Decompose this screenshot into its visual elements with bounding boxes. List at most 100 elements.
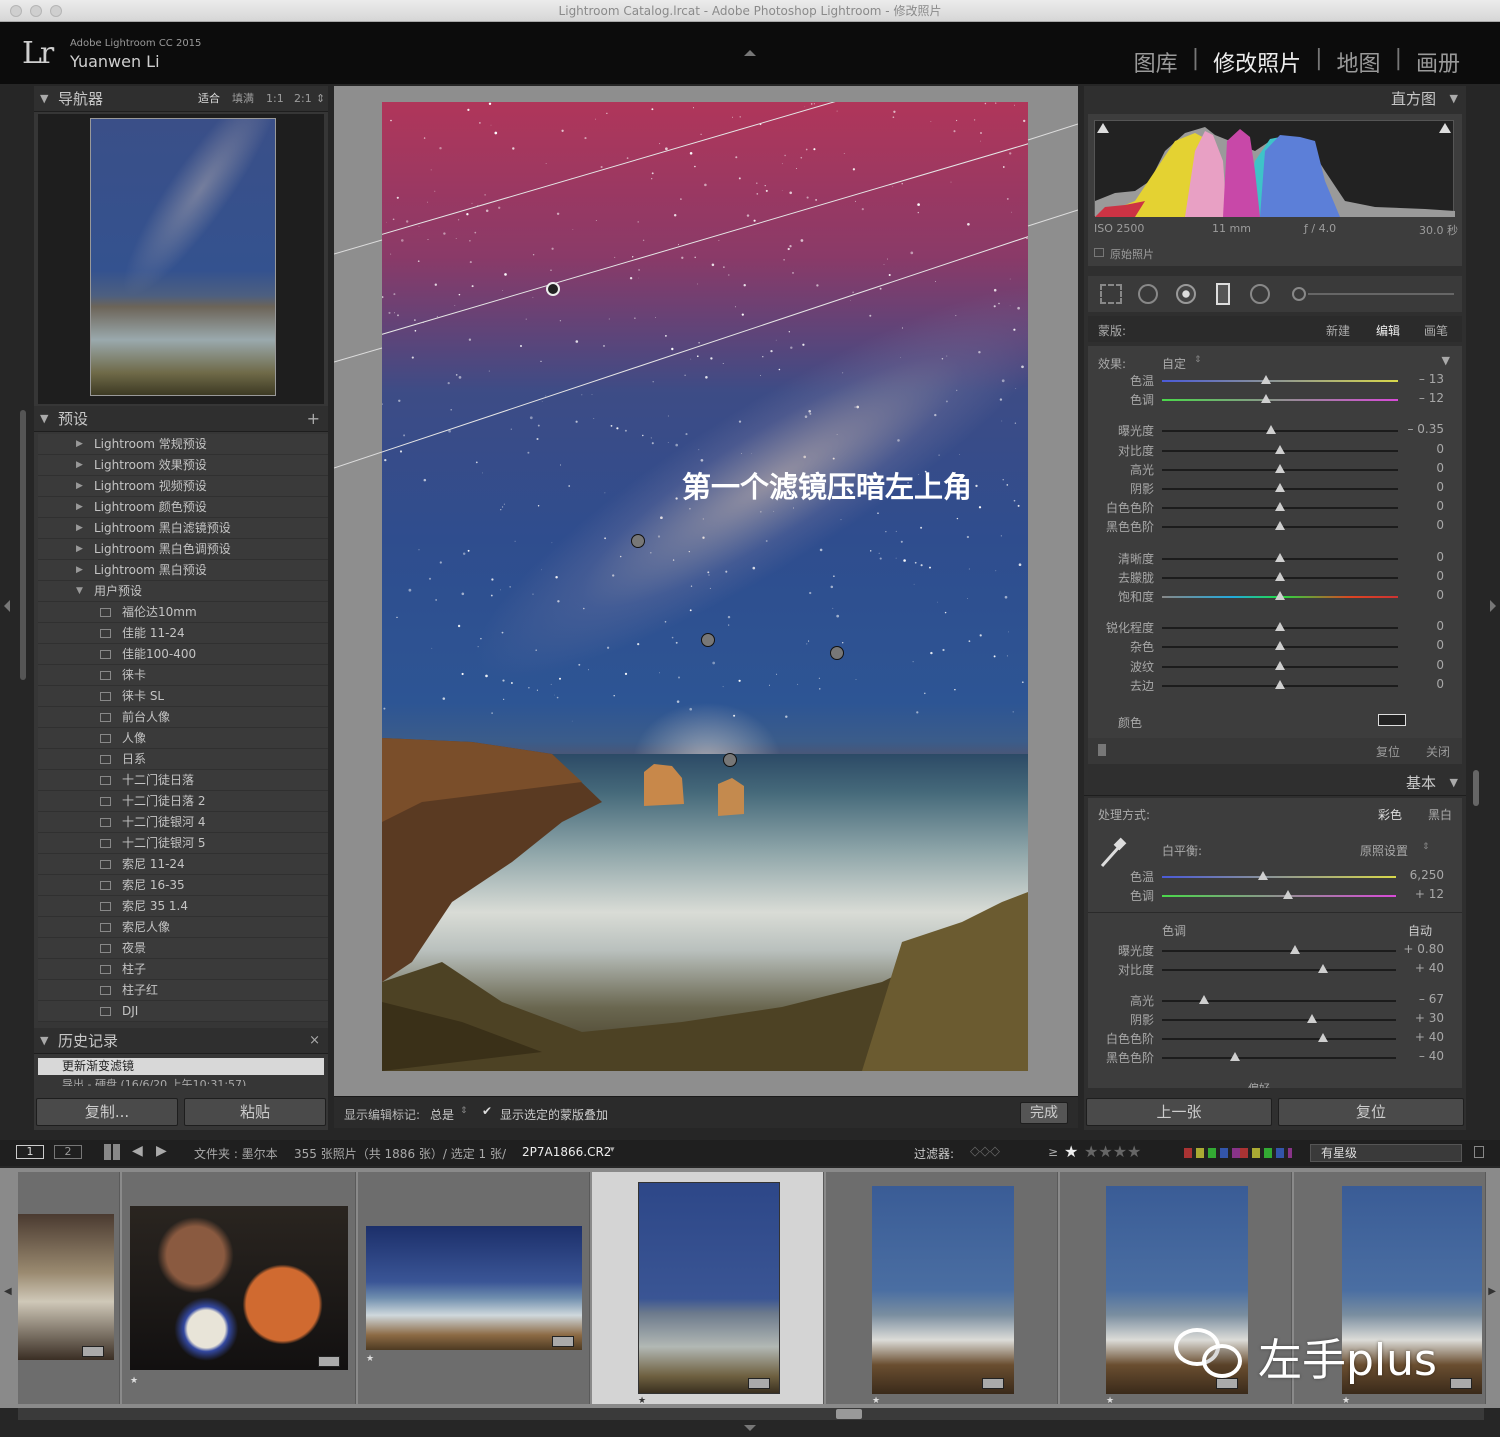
filmstrip-scroll-right-icon[interactable]: ▶: [1488, 1286, 1496, 1297]
slider-track[interactable]: [1162, 969, 1396, 971]
slider-thumb[interactable]: [1275, 641, 1285, 651]
slider-thumb[interactable]: [1257, 871, 1268, 880]
preset-folder[interactable]: ▶ Lightroom 黑白色调预设: [38, 539, 328, 560]
slider-value[interactable]: + 0.80: [1384, 942, 1444, 956]
slider-track[interactable]: [1162, 430, 1398, 433]
mask-brush-button[interactable]: 画笔: [1424, 322, 1448, 339]
history-item[interactable]: 导出 - 硬盘 (16/6/20 上午10:31:57): [38, 1076, 324, 1086]
collapse-bottom-panel-icon[interactable]: [744, 1425, 756, 1431]
slider-thumb[interactable]: [1275, 463, 1285, 473]
adjustment-brush-tool-icon[interactable]: [1292, 287, 1306, 301]
window-2-button[interactable]: 2: [54, 1145, 82, 1159]
slider-value[interactable]: – 13: [1384, 372, 1444, 386]
preset-folder[interactable]: ▶ Lightroom 黑白预设: [38, 560, 328, 581]
collapse-right-panel-icon[interactable]: [1490, 600, 1496, 612]
history-header[interactable]: ▼ 历史记录 ×: [34, 1028, 328, 1054]
collapse-top-panel-icon[interactable]: [744, 50, 756, 56]
zoom-fit[interactable]: 适合: [198, 86, 220, 112]
preset-folder[interactable]: ▶ Lightroom 视频预设: [38, 476, 328, 497]
user-preset-item[interactable]: 索尼 16-35: [38, 875, 328, 896]
slider-thumb[interactable]: [1283, 890, 1294, 899]
slider-thumb[interactable]: [1318, 1033, 1329, 1042]
user-preset-item[interactable]: 十二门徒日落 2: [38, 791, 328, 812]
navigator-header[interactable]: ▼ 导航器 适合 填满 1:1 2:1 ⇕: [34, 86, 328, 112]
treatment-bw[interactable]: 黑白: [1428, 806, 1452, 823]
overlay-checkbox[interactable]: ✔: [482, 1104, 492, 1118]
user-preset-item[interactable]: 人像: [38, 728, 328, 749]
selected-filename[interactable]: 2P7A1866.CR2: [522, 1145, 611, 1159]
slider-value[interactable]: 0: [1384, 619, 1444, 633]
grid-view-icon[interactable]: [104, 1144, 120, 1160]
highlight-clipping-icon[interactable]: [1439, 123, 1451, 133]
slider-value[interactable]: 0: [1384, 480, 1444, 494]
user-preset-item[interactable]: 柱子红: [38, 980, 328, 1001]
previous-button[interactable]: 上一张: [1086, 1098, 1272, 1126]
preset-folder[interactable]: ▶ Lightroom 效果预设: [38, 455, 328, 476]
copy-settings-button[interactable]: 复制...: [36, 1098, 178, 1126]
slider-value[interactable]: 0: [1384, 518, 1444, 532]
graduated-filter-tool-icon[interactable]: [1216, 283, 1230, 305]
user-preset-item[interactable]: 佳能100-400: [38, 644, 328, 665]
slider-value[interactable]: 0: [1384, 461, 1444, 475]
window-1-button[interactable]: 1: [16, 1145, 44, 1159]
slider-track[interactable]: [1162, 895, 1396, 897]
filter-preset-select[interactable]: 有星级: [1310, 1144, 1462, 1162]
done-button[interactable]: 完成: [1020, 1102, 1068, 1124]
filename-menu-icon[interactable]: ▾: [610, 1145, 615, 1155]
brush-size-slider[interactable]: [1308, 293, 1454, 295]
slider-value[interactable]: + 40: [1384, 1030, 1444, 1044]
module-book[interactable]: 画册: [1404, 46, 1472, 78]
preset-folder[interactable]: ▶ Lightroom 常规预设: [38, 434, 328, 455]
zoom-menu-icon[interactable]: ⇕: [316, 86, 325, 112]
filmstrip-cell-selected[interactable]: ★: [592, 1172, 824, 1406]
slider-thumb[interactable]: [1265, 425, 1276, 435]
slider-value[interactable]: 0: [1384, 638, 1444, 652]
module-map[interactable]: 地图: [1325, 46, 1393, 78]
slider-thumb[interactable]: [1275, 444, 1285, 454]
slider-thumb[interactable]: [1275, 552, 1285, 562]
slider-value[interactable]: – 12: [1384, 391, 1444, 405]
slider-value[interactable]: + 40: [1384, 961, 1444, 975]
filmstrip-cell[interactable]: [18, 1172, 120, 1404]
mask-edit-button[interactable]: 编辑: [1376, 322, 1400, 339]
close-window-button[interactable]: [10, 5, 22, 17]
slider-thumb[interactable]: [1275, 483, 1285, 492]
slider-thumb[interactable]: [1199, 995, 1210, 1004]
slider-thumb[interactable]: [1260, 375, 1271, 384]
zoom-2-1[interactable]: 2:1: [294, 86, 312, 112]
right-panel-scrollbar[interactable]: [1473, 770, 1479, 806]
slider-value[interactable]: – 0.35: [1384, 422, 1444, 436]
red-eye-tool-icon[interactable]: [1176, 284, 1196, 304]
slider-value[interactable]: – 67: [1384, 992, 1444, 1006]
slider-value[interactable]: 0: [1384, 499, 1444, 513]
slider-thumb[interactable]: [1275, 502, 1285, 512]
radial-filter-tool-icon[interactable]: [1250, 284, 1270, 304]
slider-value[interactable]: 0: [1384, 442, 1444, 456]
histogram-header[interactable]: 直方图 ▼: [1084, 86, 1466, 112]
filter-pin[interactable]: [701, 633, 715, 647]
navigator-preview[interactable]: [38, 114, 324, 404]
slider-thumb[interactable]: [1306, 1014, 1317, 1023]
shadow-clipping-icon[interactable]: [1097, 123, 1109, 133]
slider-track[interactable]: [1162, 380, 1398, 382]
user-preset-item[interactable]: 日系: [38, 749, 328, 770]
user-preset-item[interactable]: 佳能 11-24: [38, 623, 328, 644]
user-preset-item[interactable]: 十二门徒银河 4: [38, 812, 328, 833]
crop-tool-icon[interactable]: [1100, 284, 1122, 304]
slider-track[interactable]: [1162, 950, 1396, 952]
slider-thumb[interactable]: [1229, 1052, 1240, 1061]
filmstrip-cell[interactable]: ★: [358, 1172, 590, 1404]
slider-track[interactable]: [1162, 1038, 1396, 1040]
user-preset-item[interactable]: 夜景: [38, 938, 328, 959]
slider-value[interactable]: + 12: [1384, 887, 1444, 901]
collapse-left-panel-icon[interactable]: [4, 600, 10, 612]
preset-folder[interactable]: ▶ Lightroom 颜色预设: [38, 497, 328, 518]
filmstrip-cell[interactable]: ★: [122, 1172, 356, 1404]
user-preset-item[interactable]: DJI: [38, 1001, 328, 1022]
add-preset-button[interactable]: +: [307, 406, 320, 432]
minimize-window-button[interactable]: [30, 5, 42, 17]
module-develop[interactable]: 修改照片: [1201, 46, 1313, 78]
presets-header[interactable]: ▼ 预设 +: [34, 406, 328, 432]
user-preset-item[interactable]: 徕卡 SL: [38, 686, 328, 707]
user-preset-item[interactable]: 十二门徒银河 5: [38, 833, 328, 854]
